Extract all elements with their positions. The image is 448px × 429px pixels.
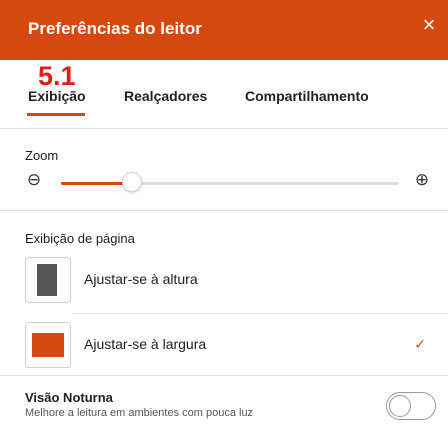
active-tab-indicator	[27, 113, 85, 116]
toggle-knob	[389, 395, 411, 417]
night-mode-subtitle: Melhore a leitura em ambientes com pouca…	[25, 407, 254, 419]
zoom-slider[interactable]	[61, 182, 399, 185]
fit-height-label: Ajustar-se à altura	[84, 271, 198, 287]
divider	[0, 210, 448, 211]
page-display-label: Exibição de página	[25, 231, 135, 246]
fit-width-icon	[25, 322, 71, 368]
fit-height-icon	[25, 257, 71, 303]
fit-width-option[interactable]: Ajustar-se à largura ✓	[0, 316, 448, 372]
zoom-out-icon[interactable]: ⊖	[24, 170, 44, 190]
divider	[0, 128, 448, 129]
divider	[72, 313, 448, 314]
dialog-title: Preferências do leitor	[28, 19, 202, 38]
tab-realcadores[interactable]: Realçadores	[124, 88, 207, 104]
header-bar: Preferências do leitor ×	[0, 0, 448, 60]
tab-compartilhamento[interactable]: Compartilhamento	[245, 88, 369, 104]
night-mode-toggle[interactable]	[386, 392, 436, 420]
close-icon[interactable]: ×	[416, 12, 442, 38]
tab-exibicao[interactable]: Exibição	[28, 88, 86, 104]
check-icon: ✓	[414, 336, 426, 352]
step-label: 5.1	[38, 61, 76, 91]
zoom-slider-thumb[interactable]	[121, 172, 142, 192]
fit-width-label: Ajustar-se à largura	[84, 336, 207, 352]
night-mode-title: Visão Noturna	[25, 390, 113, 405]
fit-height-option[interactable]: Ajustar-se à altura	[0, 251, 448, 307]
zoom-label: Zoom	[25, 148, 59, 163]
divider	[0, 375, 448, 376]
zoom-in-icon[interactable]: ⊕	[412, 170, 432, 190]
